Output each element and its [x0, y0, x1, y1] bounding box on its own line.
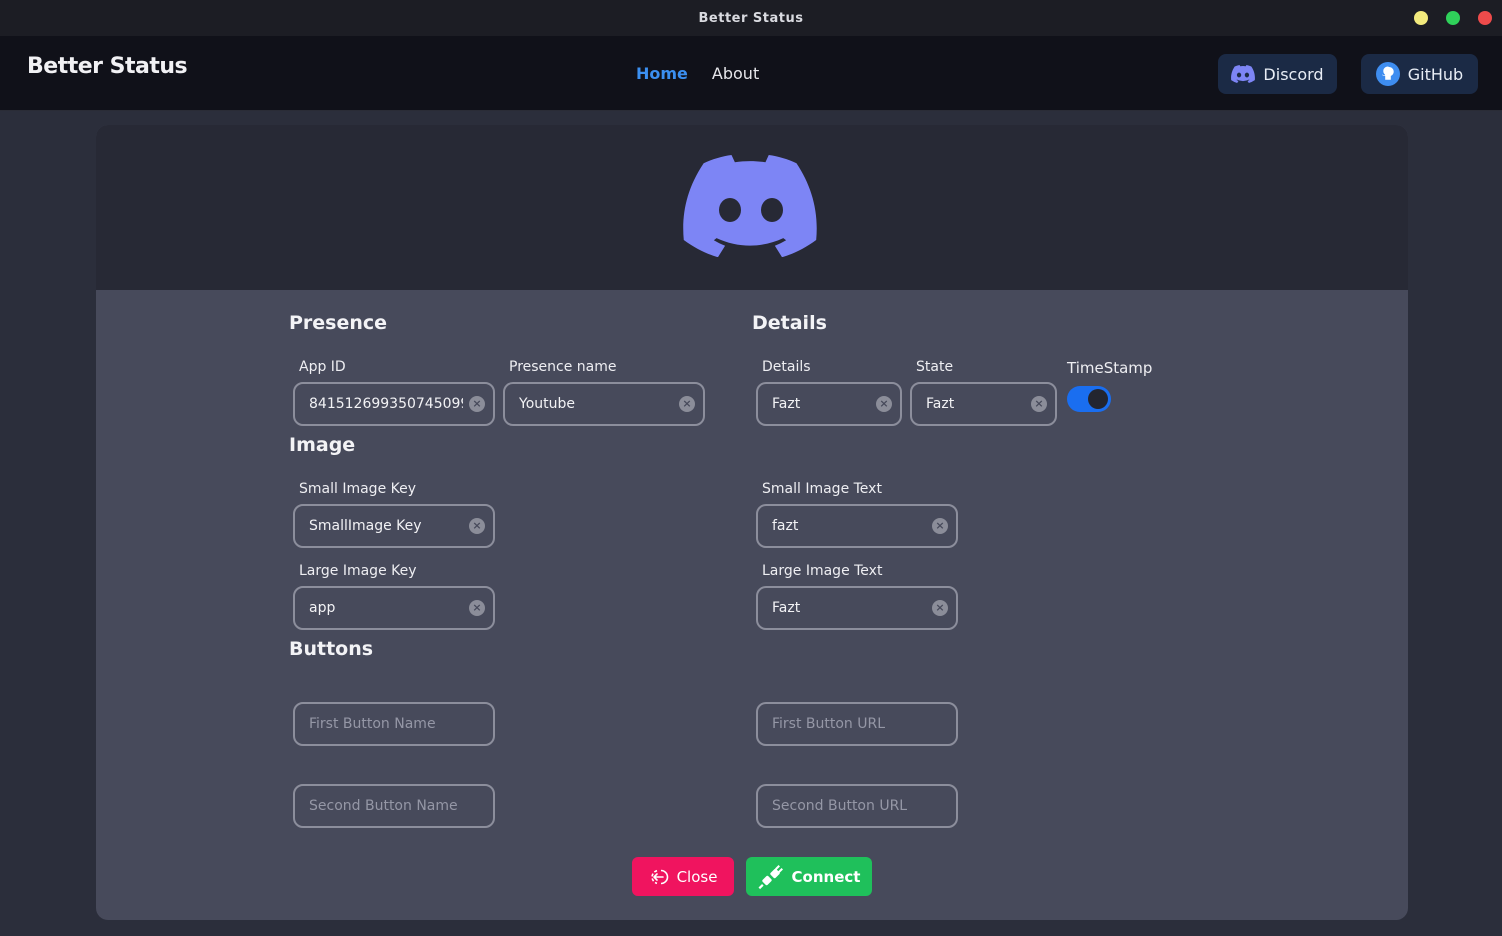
first-button-name-input[interactable]	[309, 704, 463, 744]
state-field[interactable]: ×	[910, 382, 1057, 426]
image-section-title: Image	[289, 434, 356, 456]
presence-section-title: Presence	[289, 312, 388, 334]
timestamp-toggle[interactable]	[1067, 386, 1111, 412]
large-image-text-label: Large Image Text	[762, 563, 883, 579]
window-titlebar: Better Status	[0, 0, 1502, 36]
window-title: Better Status	[698, 10, 804, 26]
nav-home-link[interactable]: Home	[636, 64, 688, 83]
small-image-key-label: Small Image Key	[299, 481, 417, 497]
clear-large-image-key-icon[interactable]: ×	[469, 600, 485, 616]
clear-presence-name-icon[interactable]: ×	[679, 396, 695, 412]
connect-button[interactable]: Connect	[746, 857, 872, 896]
large-image-text-field[interactable]: ×	[756, 586, 958, 630]
nav-about-link[interactable]: About	[712, 64, 759, 83]
clear-large-image-text-icon[interactable]: ×	[932, 600, 948, 616]
close-button-label: Close	[676, 867, 718, 886]
presence-name-input[interactable]	[519, 384, 673, 424]
connect-button-label: Connect	[791, 867, 861, 886]
second-button-url-input[interactable]	[772, 786, 926, 826]
maximize-window-button[interactable]	[1446, 11, 1460, 25]
timestamp-label: TimeStamp	[1067, 359, 1153, 377]
app-id-input[interactable]	[309, 384, 463, 424]
small-image-text-input[interactable]	[772, 506, 926, 546]
buttons-section-title: Buttons	[289, 638, 374, 660]
app-id-field[interactable]: ×	[293, 382, 495, 426]
second-button-name-field[interactable]	[293, 784, 495, 828]
close-button[interactable]: Close	[632, 857, 734, 896]
logout-icon	[650, 869, 668, 884]
presence-form-card: Presence App ID × Presence name × Detail…	[96, 125, 1408, 920]
small-image-text-label: Small Image Text	[762, 481, 882, 497]
details-field[interactable]: ×	[756, 382, 902, 426]
state-input[interactable]	[926, 384, 1025, 424]
discord-button-label: Discord	[1263, 64, 1324, 84]
details-input[interactable]	[772, 384, 870, 424]
large-image-key-label: Large Image Key	[299, 563, 417, 579]
plug-icon	[758, 864, 783, 889]
first-button-url-input[interactable]	[772, 704, 926, 744]
clear-state-icon[interactable]: ×	[1031, 396, 1047, 412]
github-icon	[1375, 62, 1400, 86]
presence-name-label: Presence name	[509, 359, 617, 375]
main-nav: Home About	[636, 64, 759, 83]
details-label: Details	[762, 359, 811, 375]
large-image-key-field[interactable]: ×	[293, 586, 495, 630]
small-image-key-field[interactable]: ×	[293, 504, 495, 548]
clear-small-image-text-icon[interactable]: ×	[932, 518, 948, 534]
clear-details-icon[interactable]: ×	[876, 396, 892, 412]
second-button-name-input[interactable]	[309, 786, 463, 826]
first-button-url-field[interactable]	[756, 702, 958, 746]
github-button[interactable]: GitHub	[1361, 54, 1478, 94]
clear-app-id-icon[interactable]: ×	[469, 396, 485, 412]
github-button-label: GitHub	[1407, 64, 1464, 84]
discord-button[interactable]: Discord	[1218, 54, 1337, 94]
state-label: State	[916, 359, 954, 375]
first-button-name-field[interactable]	[293, 702, 495, 746]
second-button-url-field[interactable]	[756, 784, 958, 828]
presence-name-field[interactable]: ×	[503, 382, 705, 426]
close-window-button[interactable]	[1478, 11, 1492, 25]
clear-small-image-key-icon[interactable]: ×	[469, 518, 485, 534]
details-section-title: Details	[752, 312, 827, 334]
discord-icon	[1231, 65, 1256, 83]
minimize-window-button[interactable]	[1414, 11, 1428, 25]
small-image-key-input[interactable]	[309, 506, 463, 546]
large-image-text-input[interactable]	[772, 588, 926, 628]
app-header: Better Status Home About Discord GitHub	[0, 36, 1502, 111]
toggle-knob	[1088, 389, 1108, 409]
brand-title: Better Status	[27, 54, 188, 79]
discord-logo-icon	[683, 155, 817, 257]
app-id-label: App ID	[299, 359, 346, 375]
large-image-key-input[interactable]	[309, 588, 463, 628]
small-image-text-field[interactable]: ×	[756, 504, 958, 548]
card-banner	[96, 125, 1408, 290]
